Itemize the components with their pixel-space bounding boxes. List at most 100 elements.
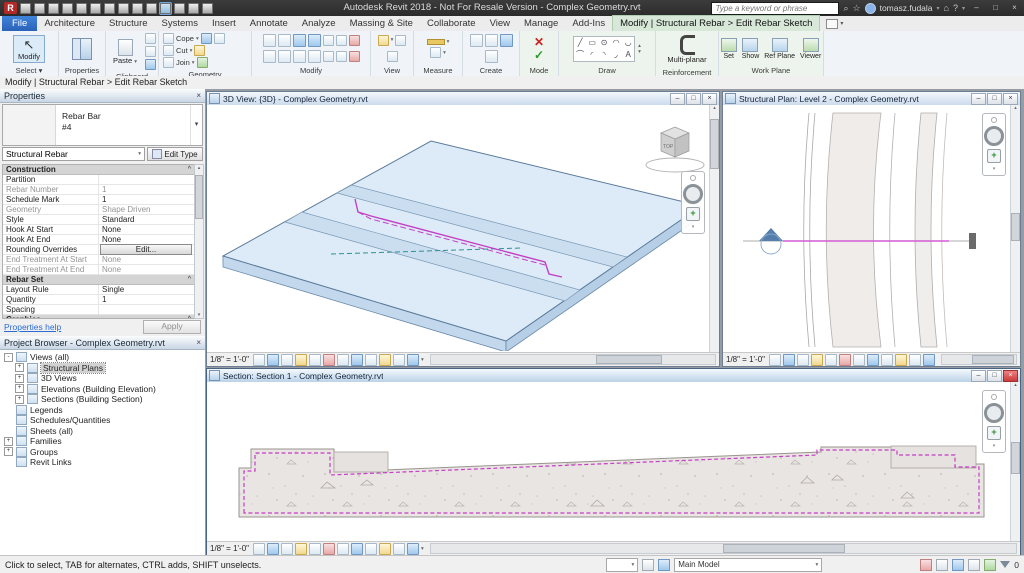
ribbon-tab[interactable]: Architecture (37, 16, 102, 31)
view-cube[interactable]: TOP (646, 127, 704, 172)
hide-elements-icon[interactable] (378, 35, 389, 46)
vertical-scrollbar[interactable]: ▴ (1010, 382, 1020, 542)
view-scale-label[interactable]: 1/8" = 1'-0" (726, 355, 765, 364)
chevron-down-icon[interactable]: ▾ (692, 224, 695, 230)
draw-tool-icon[interactable]: ◝ (598, 49, 610, 61)
set-work-plane-button[interactable]: Set (719, 38, 739, 60)
view-control-icon[interactable] (295, 543, 307, 555)
tree-expand-toggle[interactable]: + (4, 447, 13, 456)
qat-tool-icon[interactable] (174, 3, 185, 14)
scrollbar-thumb[interactable] (1011, 442, 1020, 474)
tree-expand-toggle[interactable]: + (15, 384, 24, 393)
ribbon-tab[interactable]: Add-Ins (565, 16, 612, 31)
create-assembly-icon[interactable] (485, 50, 498, 63)
chevron-down-icon[interactable]: ▾ (190, 48, 193, 54)
design-options-selector[interactable]: Main Model ▾ (674, 558, 822, 572)
horizontal-scrollbar[interactable] (941, 354, 1017, 365)
create-group-icon[interactable] (485, 34, 498, 47)
qat-tool-icon[interactable] (202, 3, 213, 14)
tree-item[interactable]: Legends (0, 405, 205, 416)
tree-item[interactable]: + Elevations (Building Elevation) (0, 384, 205, 395)
measure-icon[interactable] (427, 39, 445, 45)
tree-item-label[interactable]: Elevations (Building Elevation) (41, 384, 156, 394)
ribbon-tab[interactable]: Manage (517, 16, 565, 31)
scrollbar-thumb[interactable] (195, 175, 203, 219)
properties-scrollbar[interactable]: ▴ ▾ (194, 164, 204, 319)
view-control-icon[interactable] (407, 354, 419, 366)
ribbon-state-toggle[interactable]: ▾ (826, 16, 843, 31)
section-tail-marker[interactable] (969, 233, 976, 249)
vertical-scrollbar[interactable]: ▴ (709, 105, 719, 353)
worksets-selector[interactable]: ▾ (606, 558, 638, 572)
tree-expand-toggle[interactable]: + (4, 437, 13, 446)
qat-tool-icon[interactable] (20, 3, 31, 14)
zoom-tool-icon[interactable]: + (987, 426, 1001, 440)
draw-tool-icon[interactable]: ▭ (586, 37, 598, 49)
panel-label-select[interactable]: Select ▾ (0, 66, 58, 76)
view-control-icon[interactable] (323, 354, 335, 366)
tree-item[interactable]: Sheets (all) (0, 426, 205, 437)
user-avatar[interactable] (865, 3, 876, 14)
close-icon[interactable]: × (196, 91, 201, 100)
qat-tool-icon[interactable] (48, 3, 59, 14)
modify-tool-button[interactable]: ↖ Modify (13, 35, 45, 63)
property-row[interactable]: Partition ^ (3, 175, 194, 185)
scrollbar-thumb[interactable] (596, 355, 662, 364)
window-close-button[interactable]: × (702, 93, 717, 105)
search-icon[interactable]: ⌕ (843, 1, 848, 15)
property-row[interactable]: End Treatment At End None ^ (3, 265, 194, 275)
edit-type-button[interactable]: Edit Type (147, 147, 203, 161)
tree-item[interactable]: + Sections (Building Section) (0, 394, 205, 405)
qat-tool-icon[interactable] (90, 3, 101, 14)
steering-wheel-icon[interactable] (984, 126, 1004, 146)
view-control-icon[interactable] (365, 543, 377, 555)
application-menu-button[interactable]: R (4, 2, 17, 14)
view-control-icon[interactable] (267, 354, 279, 366)
close-icon[interactable]: × (196, 338, 201, 347)
tree-item-label[interactable]: 3D Views (41, 373, 77, 383)
qat-tool-icon[interactable] (34, 3, 45, 14)
view-control-icon[interactable] (309, 543, 321, 555)
view-control-icon[interactable] (281, 543, 293, 555)
view-control-icon[interactable] (379, 543, 391, 555)
property-row[interactable]: Geometry Shape Driven ^ (3, 205, 194, 215)
tab-file[interactable]: File (2, 16, 37, 31)
ribbon-tab[interactable]: Massing & Site (343, 16, 420, 31)
panel-label-work-plane[interactable]: Work Plane (719, 66, 823, 76)
ribbon-tab[interactable]: View (483, 16, 517, 31)
vertical-scrollbar[interactable]: ▴ (1010, 105, 1020, 353)
ribbon-tab[interactable]: Insert (205, 16, 243, 31)
window-title-bar[interactable]: Structural Plan: Level 2 - Complex Geome… (723, 92, 1020, 106)
view-control-icon[interactable] (881, 354, 893, 366)
offset-icon[interactable] (278, 34, 291, 47)
move-icon[interactable] (263, 50, 276, 63)
restore-button[interactable]: □ (988, 2, 1003, 14)
panel-label-view[interactable]: View (371, 66, 413, 76)
view-control-icon[interactable] (267, 543, 279, 555)
view-canvas-plan[interactable]: + ▾ ▴ (723, 105, 1020, 353)
view-control-icon[interactable] (365, 354, 377, 366)
chevron-down-icon[interactable]: ▾ (196, 36, 199, 42)
cope-label[interactable]: Cope (176, 34, 194, 43)
ref-plane-button[interactable]: Ref Plane (762, 38, 797, 60)
property-value[interactable]: Standard (99, 215, 194, 224)
qat-tool-icon[interactable] (62, 3, 73, 14)
window-minimize-button[interactable]: – (971, 93, 986, 105)
tree-item-label[interactable]: Families (30, 436, 62, 446)
property-row[interactable]: Spacing ^ (3, 305, 194, 315)
ribbon-tab[interactable]: Collaborate (420, 16, 483, 31)
window-minimize-button[interactable]: – (670, 93, 685, 105)
tree-item[interactable]: + Groups (0, 447, 205, 458)
qat-tool-icon[interactable] (160, 3, 171, 14)
scroll-up-icon[interactable]: ▴ (198, 165, 201, 171)
navigation-bar[interactable]: + ▾ (982, 113, 1006, 176)
draw-tool-icon[interactable]: A (622, 49, 634, 61)
scrollbar-thumb[interactable] (710, 119, 719, 169)
property-row[interactable]: Rounding Overrides Edit... ^ (3, 245, 194, 255)
property-row[interactable]: Quantity 1 ^ (3, 295, 194, 305)
sign-in-icon[interactable]: ☆ (853, 1, 861, 15)
override-graphics-icon[interactable] (395, 35, 406, 46)
property-value[interactable]: None (99, 225, 194, 234)
app-store-icon[interactable]: ⌂ (944, 1, 949, 15)
qat-tool-icon[interactable] (118, 3, 129, 14)
